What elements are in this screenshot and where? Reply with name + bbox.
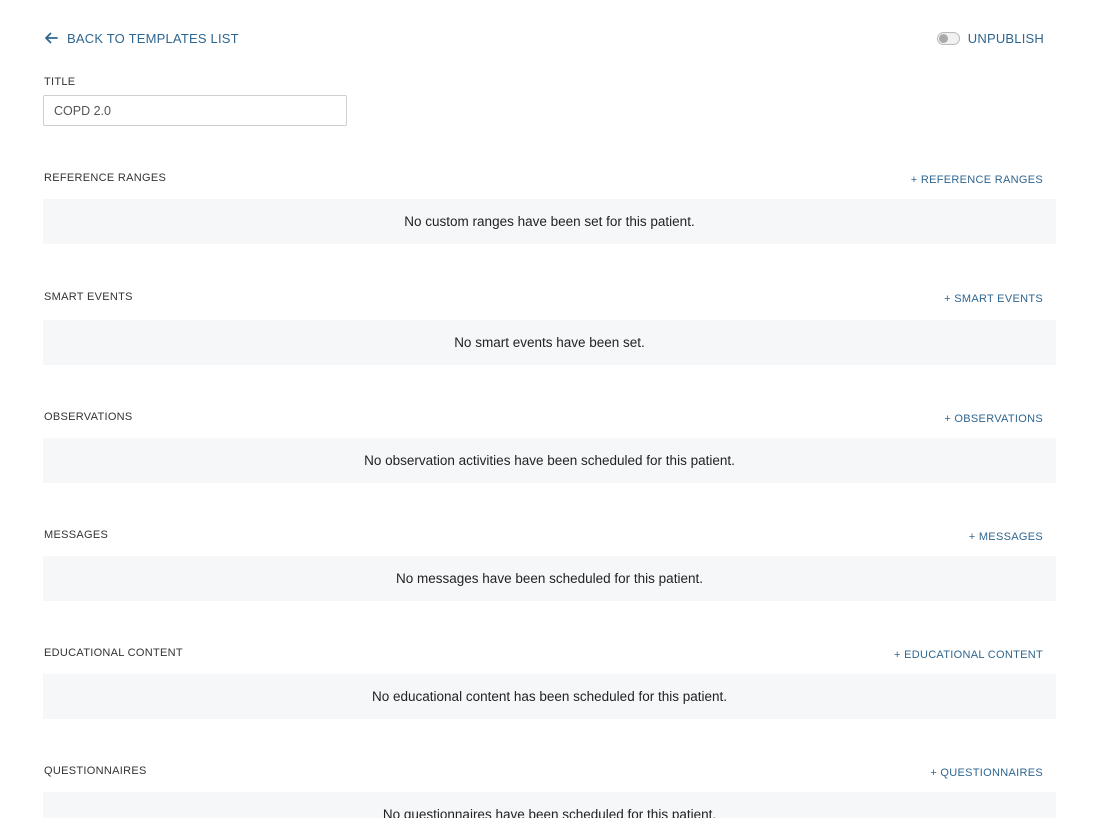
empty-state-panel: No questionnaires have been scheduled fo… — [43, 792, 1056, 818]
section-header: QUESTIONNAIRES + QUESTIONNAIRES — [43, 765, 1056, 785]
section-reference-ranges: REFERENCE RANGES + REFERENCE RANGES No c… — [43, 172, 1056, 244]
empty-state-panel: No smart events have been set. — [43, 320, 1056, 365]
section-questionnaires: QUESTIONNAIRES + QUESTIONNAIRES No quest… — [43, 765, 1056, 818]
section-educational-content: EDUCATIONAL CONTENT + EDUCATIONAL CONTEN… — [43, 647, 1056, 719]
section-title: REFERENCE RANGES — [44, 172, 167, 184]
empty-state-text: No messages have been scheduled for this… — [396, 571, 703, 586]
section-header: SMART EVENTS + SMART EVENTS — [43, 291, 1056, 311]
back-to-templates-link[interactable]: BACK TO TEMPLATES LIST — [43, 28, 239, 48]
section-observations: OBSERVATIONS + OBSERVATIONS No observati… — [43, 411, 1056, 483]
empty-state-text: No questionnaires have been scheduled fo… — [382, 807, 717, 818]
section-title: OBSERVATIONS — [44, 411, 133, 423]
section-title: EDUCATIONAL CONTENT — [44, 647, 183, 659]
toggle-off-icon[interactable] — [936, 31, 960, 45]
empty-state-panel: No custom ranges have been set for this … — [43, 199, 1056, 244]
template-editor-page: BACK TO TEMPLATES LIST UNPUBLISH TITLE R… — [0, 0, 1098, 818]
add-messages-button[interactable]: + MESSAGES — [969, 531, 1043, 543]
empty-state-text: No observation activities have been sche… — [364, 453, 735, 468]
unpublish-label: UNPUBLISH — [967, 30, 1044, 46]
title-input[interactable] — [43, 95, 347, 126]
section-header: REFERENCE RANGES + REFERENCE RANGES — [43, 172, 1056, 192]
title-label: TITLE — [44, 76, 76, 88]
add-questionnaires-button[interactable]: + QUESTIONNAIRES — [930, 767, 1043, 779]
empty-state-panel: No messages have been scheduled for this… — [43, 556, 1056, 601]
add-observations-button[interactable]: + OBSERVATIONS — [944, 413, 1043, 425]
empty-state-text: No custom ranges have been set for this … — [404, 214, 695, 229]
unpublish-toggle[interactable]: UNPUBLISH — [936, 28, 1044, 48]
empty-state-panel: No observation activities have been sche… — [43, 438, 1056, 483]
section-smart-events: SMART EVENTS + SMART EVENTS No smart eve… — [43, 291, 1056, 365]
arrow-left-icon — [45, 32, 58, 44]
add-educational-content-button[interactable]: + EDUCATIONAL CONTENT — [894, 649, 1043, 661]
empty-state-text: No smart events have been set. — [454, 335, 645, 350]
top-bar: BACK TO TEMPLATES LIST UNPUBLISH — [43, 28, 1044, 48]
add-smart-events-button[interactable]: + SMART EVENTS — [944, 293, 1043, 305]
empty-state-text: No educational content has been schedule… — [372, 689, 727, 704]
section-header: MESSAGES + MESSAGES — [43, 529, 1056, 549]
toggle-knob — [938, 33, 948, 43]
section-title: MESSAGES — [44, 529, 109, 541]
section-header: EDUCATIONAL CONTENT + EDUCATIONAL CONTEN… — [43, 647, 1056, 667]
back-link-label: BACK TO TEMPLATES LIST — [67, 30, 239, 46]
section-title: QUESTIONNAIRES — [44, 765, 147, 777]
add-reference-ranges-button[interactable]: + REFERENCE RANGES — [911, 174, 1043, 186]
section-header: OBSERVATIONS + OBSERVATIONS — [43, 411, 1056, 431]
section-messages: MESSAGES + MESSAGES No messages have bee… — [43, 529, 1056, 601]
section-title: SMART EVENTS — [44, 291, 133, 303]
empty-state-panel: No educational content has been schedule… — [43, 674, 1056, 719]
